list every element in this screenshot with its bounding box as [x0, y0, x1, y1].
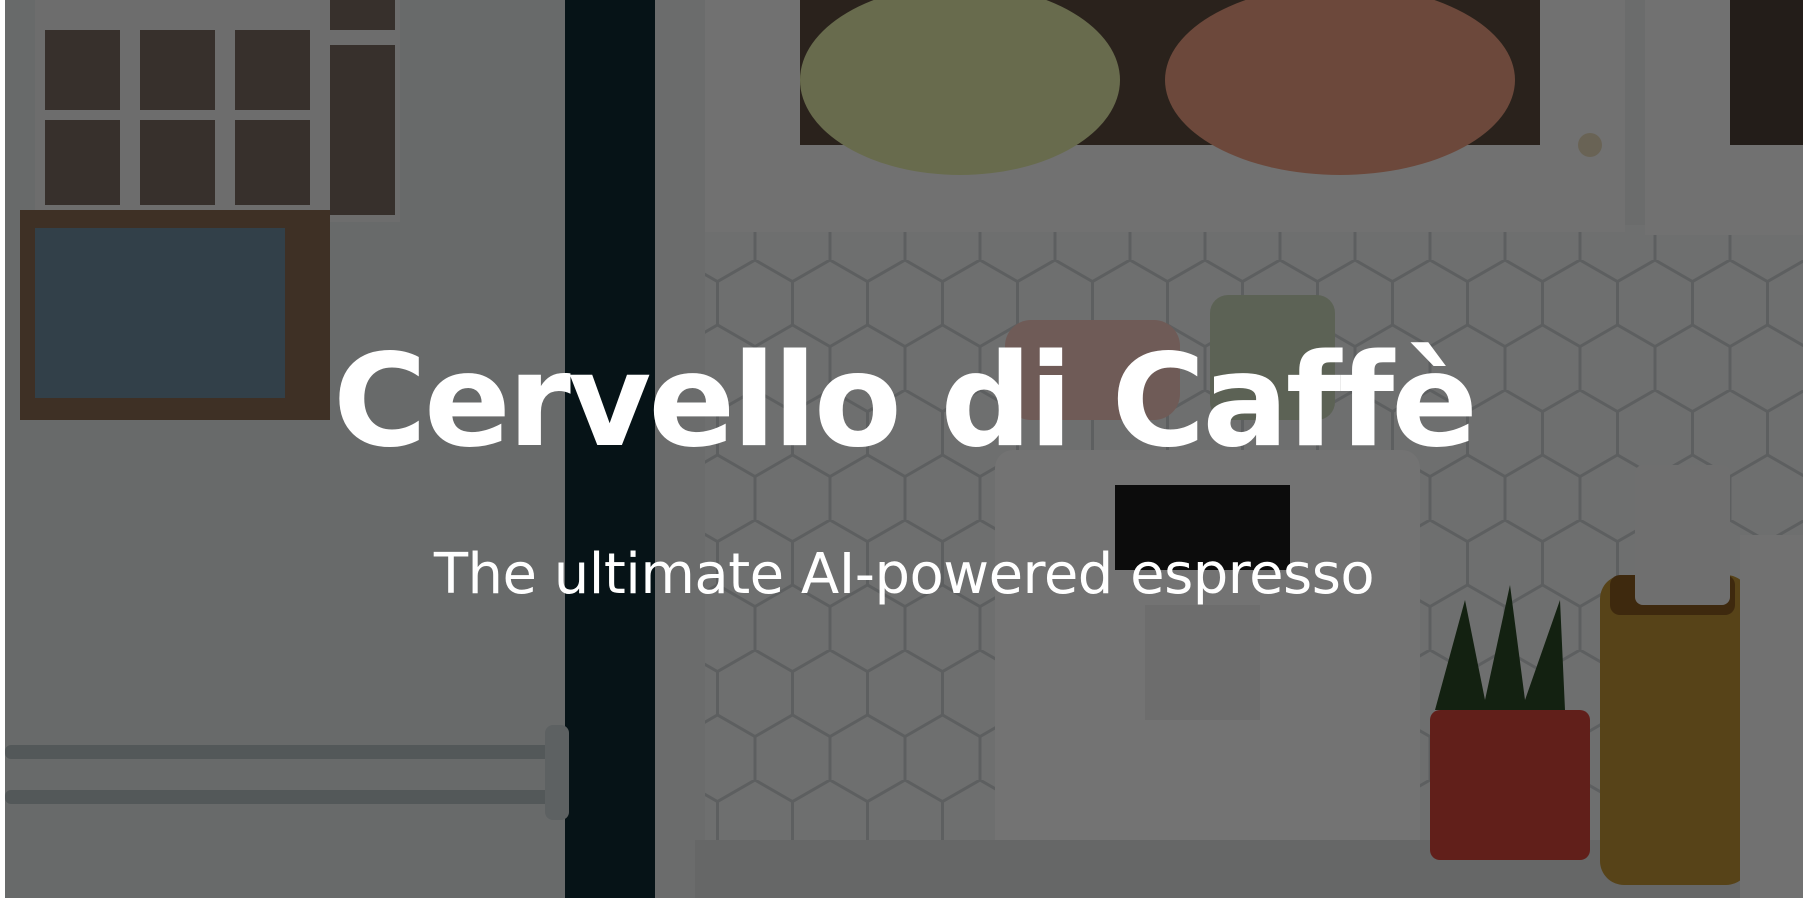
hero-content: Cervello di Caffè The ultimate AI-powere…	[5, 0, 1803, 898]
hero-banner: Cervello di Caffè The ultimate AI-powere…	[5, 0, 1803, 898]
hero-subtitle: The ultimate AI-powered espresso	[433, 542, 1375, 607]
hero-title: Cervello di Caffè	[333, 327, 1478, 476]
page: Cervello di Caffè The ultimate AI-powere…	[0, 0, 1808, 908]
